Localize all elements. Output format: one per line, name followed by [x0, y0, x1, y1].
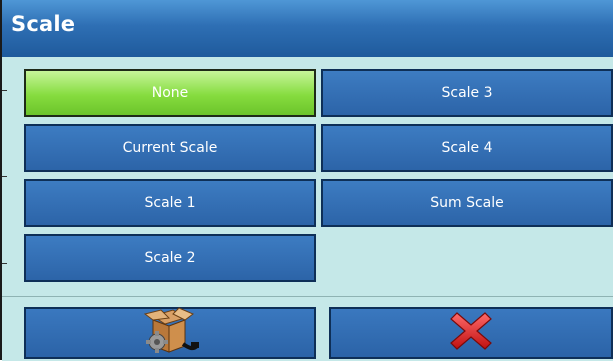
option-grid: None Scale 3 Current Scale Scale 4 Scale…	[2, 57, 613, 295]
option-sum-scale[interactable]: Sum Scale	[321, 179, 613, 227]
red-x-cancel-icon	[449, 309, 493, 357]
option-scale-2[interactable]: Scale 2	[24, 234, 316, 282]
edge-tick	[2, 90, 7, 91]
scale-dialog: Scale None Scale 3 Current Scale Scale 4…	[0, 0, 613, 361]
cancel-button[interactable]	[329, 307, 613, 359]
edge-tick	[2, 176, 7, 177]
setup-button[interactable]	[24, 307, 316, 359]
footer-bar	[2, 296, 613, 361]
option-scale-1[interactable]: Scale 1	[24, 179, 316, 227]
option-scale-4[interactable]: Scale 4	[321, 124, 613, 172]
title-bar: Scale	[2, 0, 613, 58]
option-current-scale[interactable]: Current Scale	[24, 124, 316, 172]
dialog-title: Scale	[11, 12, 76, 36]
option-scale-3[interactable]: Scale 3	[321, 69, 613, 117]
scale-setup-box-icon	[139, 306, 201, 360]
option-none[interactable]: None	[24, 69, 316, 117]
edge-tick	[2, 263, 7, 264]
